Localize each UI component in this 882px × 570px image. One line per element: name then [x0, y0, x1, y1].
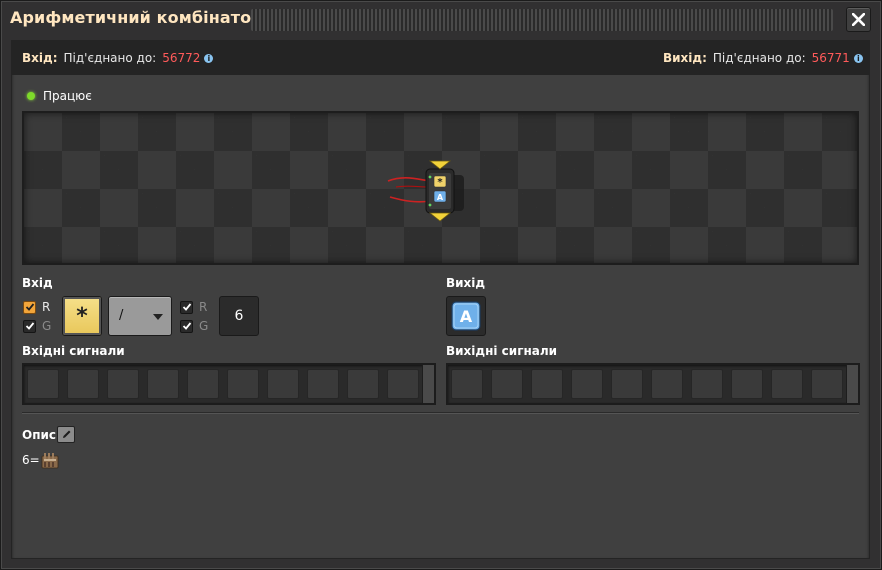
description-label: Опис — [22, 428, 57, 442]
output-signal-slot[interactable]: A — [446, 296, 486, 336]
signal-cell — [611, 369, 643, 399]
first-green-wire-checkbox[interactable]: G — [23, 319, 51, 333]
window-title: Арифметичний комбінатор — [10, 8, 263, 27]
red-label: R — [199, 300, 208, 314]
status-text: Працює — [43, 89, 92, 103]
input-signals-grid — [22, 363, 436, 405]
output-signals-label: Вихідні сигнали — [446, 344, 558, 358]
signal-cell — [531, 369, 563, 399]
entity-preview[interactable]: * A — [22, 111, 859, 265]
signal-a-icon: A — [451, 301, 481, 331]
scrollbar[interactable] — [422, 365, 434, 403]
operator-dropdown[interactable]: / — [108, 296, 172, 336]
input-signals-label: Вхідні сигнали — [22, 344, 125, 358]
output-signals-grid — [446, 363, 860, 405]
signal-cell — [811, 369, 843, 399]
signal-cell — [387, 369, 419, 399]
signal-cell — [491, 369, 523, 399]
checkbox[interactable] — [23, 319, 36, 333]
output-network-id: 56771 — [811, 51, 850, 65]
edit-description-button[interactable] — [57, 426, 75, 443]
checkmark-icon — [25, 303, 34, 311]
svg-text:*: * — [437, 177, 443, 188]
signal-cell — [691, 369, 723, 399]
drag-handle[interactable] — [251, 9, 833, 31]
signal-cell — [571, 369, 603, 399]
first-signal-slot[interactable]: * — [62, 296, 102, 336]
pencil-icon — [62, 430, 70, 438]
output-connection: Вихід: Під'єднано до: 56771 i — [663, 41, 863, 75]
svg-text:A: A — [437, 193, 444, 202]
factory-icon — [41, 453, 59, 469]
signal-cell — [307, 369, 339, 399]
checkmark-icon — [25, 322, 34, 330]
close-icon — [852, 13, 865, 26]
signal-cell — [451, 369, 483, 399]
combinator-window: Арифметичний комбінатор Вхід: Під'єднано… — [0, 0, 882, 570]
constant-value: 6 — [234, 308, 244, 324]
constant-slot[interactable]: 6 — [219, 296, 259, 336]
close-button[interactable] — [846, 7, 871, 32]
info-icon[interactable]: i — [204, 53, 214, 63]
info-icon[interactable]: i — [853, 53, 863, 63]
scrollbar[interactable] — [846, 365, 858, 403]
signal-cell — [731, 369, 763, 399]
operator-value: / — [119, 308, 124, 323]
chevron-down-icon — [153, 314, 163, 320]
each-signal-icon: * — [76, 303, 88, 329]
signal-cell — [771, 369, 803, 399]
checkbox[interactable] — [23, 300, 36, 314]
svg-text:A: A — [460, 307, 473, 326]
status-indicator: Працює — [27, 89, 92, 103]
signal-cell — [27, 369, 59, 399]
red-label: R — [42, 300, 51, 314]
description-text: 6= — [22, 451, 59, 469]
second-green-wire-checkbox[interactable]: G — [180, 319, 208, 333]
input-connection: Вхід: Під'єднано до: 56772 i — [22, 41, 214, 75]
second-red-wire-checkbox[interactable]: R — [180, 300, 207, 314]
signal-cell — [227, 369, 259, 399]
green-label: G — [199, 319, 209, 333]
signal-cell — [187, 369, 219, 399]
arithmetic-combinator-icon: * A — [387, 160, 464, 222]
first-red-wire-checkbox[interactable]: R — [23, 300, 50, 314]
signal-cell — [267, 369, 299, 399]
divider — [22, 412, 859, 414]
checkmark-icon — [182, 303, 191, 311]
checkbox[interactable] — [180, 300, 193, 314]
signal-cell — [651, 369, 683, 399]
checkbox[interactable] — [180, 319, 193, 333]
signal-cell — [107, 369, 139, 399]
description-value: 6= — [22, 453, 40, 467]
signal-cell — [347, 369, 379, 399]
signal-cell — [67, 369, 99, 399]
input-connected-label: Під'єднано до: — [63, 51, 157, 65]
status-light-icon — [27, 92, 35, 100]
output-connection-label: Вихід: — [663, 51, 707, 65]
green-label: G — [42, 319, 52, 333]
checkmark-icon — [182, 322, 191, 330]
title-bar: Арифметичний комбінатор — [1, 1, 881, 39]
input-connection-label: Вхід: — [22, 51, 58, 65]
connection-bar: Вхід: Під'єднано до: 56772 i Вихід: Під'… — [12, 41, 869, 75]
input-network-id: 56772 — [162, 51, 201, 65]
content-panel: Вхід: Під'єднано до: 56772 i Вихід: Під'… — [11, 40, 870, 559]
input-section-label: Вхід — [22, 276, 53, 290]
output-section-label: Вихід — [446, 276, 486, 290]
signal-cell — [147, 369, 179, 399]
output-connected-label: Під'єднано до: — [712, 51, 806, 65]
